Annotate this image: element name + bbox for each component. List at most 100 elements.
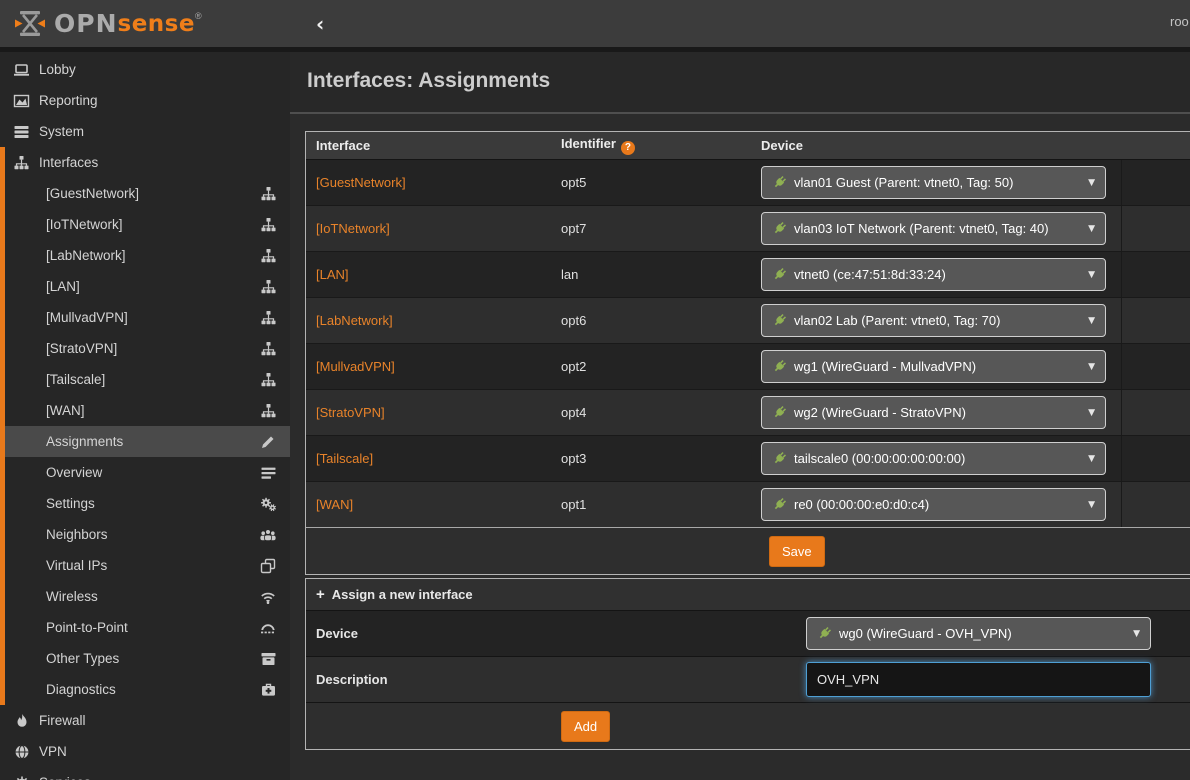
assignments-table: Interface Identifier? Device [GuestNetwo…: [305, 131, 1190, 575]
sidebar-item-lan[interactable]: [LAN]: [0, 271, 290, 302]
sidebar-item-other-types[interactable]: Other Types: [0, 643, 290, 674]
sidebar-item-point-to-point[interactable]: Point-to-Point: [0, 612, 290, 643]
interface-link[interactable]: [Tailscale]: [316, 451, 373, 466]
archive-icon: [259, 651, 277, 667]
opnsense-logo[interactable]: OPNsense®: [0, 9, 290, 38]
interface-link[interactable]: [MullvadVPN]: [316, 359, 395, 374]
table-row: [StratoVPN] opt4 wg2 (WireGuard - StratoVP…: [306, 389, 1190, 435]
assign-new-interface-panel: + Assign a new interface Device wg0 (Wir…: [305, 578, 1190, 750]
table-row: [WAN] opt1 re0 (00:00:00:e0:d0:c4)▼: [306, 481, 1190, 527]
plug-icon: [772, 313, 787, 328]
sidebar-item-guestnetwork[interactable]: [GuestNetwork]: [0, 178, 290, 209]
sidebar-item-neighbors[interactable]: Neighbors: [0, 519, 290, 550]
sidebar-item-label: Point-to-Point: [46, 620, 128, 635]
table-row: [MullvadVPN]opt2wg1 (WireGuard - Mullvad…: [306, 343, 1190, 389]
interface-link[interactable]: [LabNetwork]: [316, 313, 393, 328]
sidebar-item-mullvadvpn[interactable]: [MullvadVPN]: [0, 302, 290, 333]
caret-down-icon: ▼: [1088, 270, 1095, 280]
caret-down-icon: ▼: [1088, 454, 1095, 464]
save-button[interactable]: Save: [769, 536, 825, 567]
sidebar-item-interfaces[interactable]: Interfaces: [0, 147, 290, 178]
device-select[interactable]: vlan01 Guest (Parent: vtnet0, Tag: 50)▼: [761, 166, 1106, 199]
sidebar-item-label: [LabNetwork]: [46, 248, 126, 263]
sidebar-item-lobby[interactable]: Lobby: [0, 54, 290, 85]
plus-icon: +: [316, 586, 325, 603]
identifier-value: opt7: [561, 221, 586, 236]
description-input[interactable]: [806, 662, 1151, 697]
device-select[interactable]: vlan03 IoT Network (Parent: vtnet0, Tag:…: [761, 212, 1106, 245]
sidebar-item-stratovpn[interactable]: [StratoVPN]: [0, 333, 290, 364]
table-row: [LAN] lan vtnet0 (ce:47:51:8d:33:24)▼: [306, 251, 1190, 297]
table-row: [IoTNetwork] opt7 vlan03 IoT Network (Pare…: [306, 205, 1190, 251]
sidebar-item-label: [MullvadVPN]: [46, 310, 128, 325]
add-button[interactable]: Add: [561, 711, 610, 742]
users-icon: [259, 527, 277, 543]
sidebar-collapse-chevron-icon[interactable]: ‹: [316, 12, 324, 36]
sidebar-item-label: [StratoVPN]: [46, 341, 117, 356]
row-actions-cell: [1121, 252, 1190, 297]
sidebar-item-label: [WAN]: [46, 403, 85, 418]
identifier-value: opt1: [561, 497, 586, 512]
sidebar-item-label: Assignments: [46, 434, 123, 449]
table-row: [Tailscale] opt3 tailscale0 (00:00:00:00:0…: [306, 435, 1190, 481]
wifi-icon: [259, 589, 277, 605]
sidebar-item-services[interactable]: Services: [0, 767, 290, 780]
sitemap-icon: [259, 248, 277, 264]
sidebar-item-overview[interactable]: Overview: [0, 457, 290, 488]
sidebar-item-wireless[interactable]: Wireless: [0, 581, 290, 612]
sidebar-item-diagnostics[interactable]: Diagnostics: [0, 674, 290, 705]
sidebar-item-assignments[interactable]: Assignments: [0, 426, 290, 457]
sitemap-icon: [259, 186, 277, 202]
help-icon[interactable]: ?: [621, 141, 635, 155]
sidebar-item-iotnetwork[interactable]: [IoTNetwork]: [0, 209, 290, 240]
sidebar-item-firewall[interactable]: Firewall: [0, 705, 290, 736]
logged-in-user-text[interactable]: roo: [1170, 14, 1189, 29]
sidebar-item-reporting[interactable]: Reporting: [0, 85, 290, 116]
interface-link[interactable]: [StratoVPN]: [316, 405, 385, 420]
page-header: Interfaces: Assignments: [290, 52, 1190, 114]
description-form-row: Description: [306, 656, 1190, 702]
main-content: Interface Identifier? Device [GuestNetwo…: [290, 114, 1190, 780]
sidebar-item-settings[interactable]: Settings: [0, 488, 290, 519]
sidebar-item-labnetwork[interactable]: [LabNetwork]: [0, 240, 290, 271]
sidebar-item-virtual-ips[interactable]: Virtual IPs: [0, 550, 290, 581]
row-actions-cell: [1121, 344, 1190, 389]
plug-icon: [772, 359, 787, 374]
caret-down-icon: ▼: [1133, 629, 1140, 639]
server-icon: [12, 124, 31, 140]
device-select-value: vlan02 Lab (Parent: vtnet0, Tag: 70): [794, 313, 1000, 328]
device-select[interactable]: tailscale0 (00:00:00:00:00:00)▼: [761, 442, 1106, 475]
identifier-value: opt3: [561, 451, 586, 466]
plug-icon: [772, 175, 787, 190]
interface-link[interactable]: [IoTNetwork]: [316, 221, 390, 236]
clone-icon: [259, 558, 277, 574]
interface-link[interactable]: [GuestNetwork]: [316, 175, 406, 190]
plug-icon: [817, 626, 832, 641]
row-actions-cell: [1121, 482, 1190, 527]
device-select-value: re0 (00:00:00:e0:d0:c4): [794, 497, 929, 512]
device-select[interactable]: vlan02 Lab (Parent: vtnet0, Tag: 70)▼: [761, 304, 1106, 337]
bridge-icon: [259, 620, 277, 636]
sidebar-item-label: [IoTNetwork]: [46, 217, 123, 232]
identifier-value: lan: [561, 267, 578, 282]
plug-icon: [772, 267, 787, 282]
plug-icon: [772, 497, 787, 512]
sidebar-item-wan[interactable]: [WAN]: [0, 395, 290, 426]
interface-link[interactable]: [WAN]: [316, 497, 353, 512]
device-select[interactable]: wg1 (WireGuard - MullvadVPN)▼: [761, 350, 1106, 383]
sidebar-item-label: [Tailscale]: [46, 372, 105, 387]
device-select[interactable]: wg2 (WireGuard - StratoVPN)▼: [761, 396, 1106, 429]
row-actions-cell: [1121, 298, 1190, 343]
sitemap-icon: [259, 372, 277, 388]
sidebar-item-tailscale[interactable]: [Tailscale]: [0, 364, 290, 395]
device-select[interactable]: re0 (00:00:00:e0:d0:c4)▼: [761, 488, 1106, 521]
table-header-row: Interface Identifier? Device: [306, 132, 1190, 160]
column-header-interface: Interface: [306, 138, 561, 153]
sidebar-item-label: [GuestNetwork]: [46, 186, 139, 201]
device-select[interactable]: vtnet0 (ce:47:51:8d:33:24)▼: [761, 258, 1106, 291]
interface-link[interactable]: [LAN]: [316, 267, 349, 282]
new-device-select[interactable]: wg0 (WireGuard - OVH_VPN) ▼: [806, 617, 1151, 650]
sidebar-item-vpn[interactable]: VPN: [0, 736, 290, 767]
identifier-value: opt4: [561, 405, 586, 420]
sidebar-item-system[interactable]: System: [0, 116, 290, 147]
